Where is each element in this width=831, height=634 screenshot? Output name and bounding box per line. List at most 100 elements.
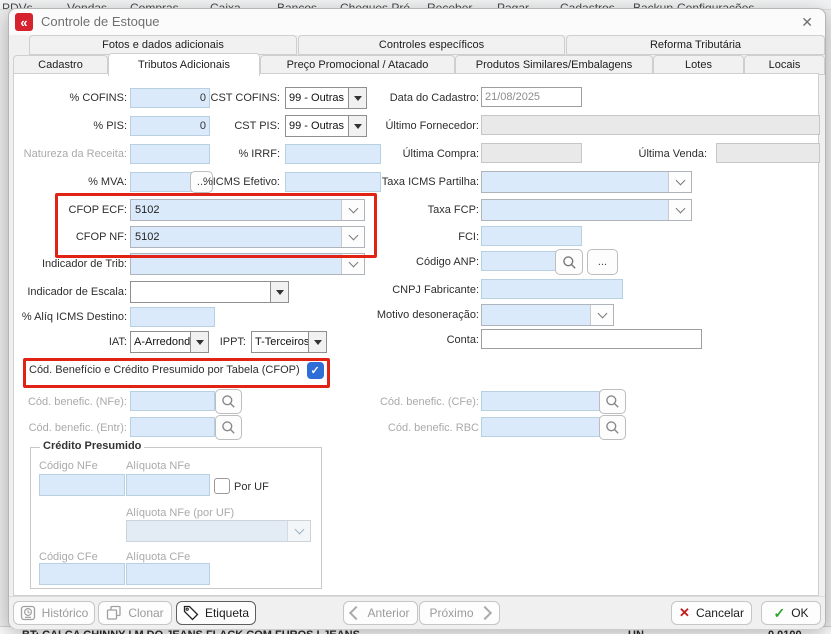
search-icon: [605, 420, 620, 435]
tab-label: Tributos Adicionais: [138, 59, 230, 71]
cod-benefic-rbc-label: Cód. benefic. RBC: [336, 418, 479, 438]
aliquota-nfe-uf-select: [126, 520, 311, 542]
chevron-down-icon[interactable]: [668, 172, 691, 192]
cod-benefic-nfe-input[interactable]: [130, 391, 215, 411]
chevron-left-icon: [349, 606, 363, 620]
aliq-icms-destino-input[interactable]: [130, 307, 215, 327]
proximo-button[interactable]: Próximo: [419, 601, 500, 625]
tab-label: Fotos e dados adicionais: [102, 39, 224, 51]
mva-input[interactable]: [130, 172, 193, 192]
iat-value: A-Arredonda: [131, 332, 190, 352]
dropdown-arrow-icon[interactable]: [270, 282, 288, 302]
aliquota-nfe-input[interactable]: [126, 474, 210, 496]
ultimo-fornecedor-input: [481, 115, 820, 135]
close-icon[interactable]: ✕: [801, 9, 813, 35]
icms-efetivo-label: %ICMS Efetivo:: [192, 172, 280, 192]
ippt-value: T-Terceiros: [252, 332, 308, 352]
chevron-right-icon: [477, 606, 491, 620]
cod-benefic-cfe-label: Cód. benefic. (CFe):: [336, 392, 479, 412]
etiqueta-button[interactable]: Etiqueta: [176, 601, 256, 625]
ok-button[interactable]: ✓ OK: [761, 601, 821, 625]
aliquota-cfe-input[interactable]: [126, 563, 210, 585]
cod-benefic-entr-label: Cód. benefic. (Entr):: [14, 418, 127, 438]
cfop-nf-label: CFOP NF:: [14, 227, 127, 247]
por-uf-checkbox[interactable]: [214, 478, 230, 494]
tab-label: Reforma Tributária: [650, 39, 741, 51]
natureza-receita-input[interactable]: [130, 144, 210, 164]
codigo-anp-input[interactable]: [481, 251, 558, 271]
tributos-adicionais-panel: % COFINS: 0 CST COFINS: 99 - Outras Data…: [13, 73, 819, 596]
chevron-down-icon[interactable]: [668, 200, 691, 220]
cnpj-fabricante-input[interactable]: [481, 279, 623, 299]
historico-label: Histórico: [42, 606, 89, 620]
cancelar-button[interactable]: ✕ Cancelar: [671, 601, 752, 625]
codigo-anp-search-button[interactable]: [555, 249, 583, 275]
data-cadastro-label: Data do Cadastro:: [336, 88, 479, 108]
clonar-button[interactable]: Clonar: [98, 601, 172, 625]
anterior-button[interactable]: Anterior: [343, 601, 418, 625]
tab-tributos-adicionais[interactable]: Tributos Adicionais: [108, 53, 260, 76]
fci-input[interactable]: [481, 226, 582, 246]
ippt-select[interactable]: T-Terceiros: [251, 331, 327, 353]
tab-label: Produtos Similares/Embalagens: [476, 59, 633, 71]
tab-produtos-similares[interactable]: Produtos Similares/Embalagens: [455, 55, 653, 75]
cfop-nf-select[interactable]: 5102: [130, 226, 365, 248]
codigo-nfe-input[interactable]: [39, 474, 125, 496]
dropdown-arrow-icon[interactable]: [308, 332, 326, 352]
iat-select[interactable]: A-Arredonda: [130, 331, 209, 353]
pis-label: % PIS:: [14, 116, 127, 136]
conta-input[interactable]: [481, 329, 702, 349]
cofins-input[interactable]: 0: [130, 88, 210, 108]
codigo-anp-more-button[interactable]: ...: [587, 249, 618, 275]
natureza-receita-label: Natureza da Receita:: [14, 144, 127, 164]
anterior-label: Anterior: [367, 606, 409, 620]
tab-controles-especificos[interactable]: Controles específicos: [298, 35, 565, 55]
credito-presumido-group: Crédito Presumido Código NFe Alíquota NF…: [30, 447, 322, 589]
chevron-down-icon[interactable]: [590, 305, 613, 325]
aliq-icms-destino-label: % Alíq ICMS Destino:: [14, 307, 127, 327]
taxa-fcp-label: Taxa FCP:: [336, 200, 479, 220]
motivo-desoneracao-select[interactable]: [481, 304, 614, 326]
cofins-label: % COFINS:: [14, 88, 127, 108]
tab-lotes[interactable]: Lotes: [653, 55, 744, 75]
tab-label: Cadastro: [38, 59, 83, 71]
controle-de-estoque-dialog: « Controle de Estoque ✕ Fotos e dados ad…: [8, 8, 826, 629]
indicador-trib-select[interactable]: [130, 253, 365, 275]
pis-input[interactable]: 0: [130, 116, 210, 136]
dialog-title: Controle de Estoque: [41, 9, 160, 35]
cfop-ecf-select[interactable]: 5102: [130, 199, 365, 221]
tab-locais[interactable]: Locais: [744, 55, 825, 75]
cst-pis-label: CST PIS:: [202, 116, 280, 136]
search-icon: [605, 394, 620, 409]
tab-fotos-dados-adicionais[interactable]: Fotos e dados adicionais: [29, 35, 297, 55]
cod-benefic-rbc-input[interactable]: [481, 417, 600, 437]
search-icon: [221, 394, 236, 409]
cod-benefic-cfe-search-button[interactable]: [599, 389, 626, 414]
taxa-fcp-select[interactable]: [481, 199, 692, 221]
tab-cadastro[interactable]: Cadastro: [13, 55, 108, 75]
ok-label: OK: [791, 606, 808, 620]
cod-benefic-entr-input[interactable]: [130, 417, 215, 437]
cod-benefic-nfe-search-button[interactable]: [215, 389, 242, 414]
taxa-icms-partilha-select[interactable]: [481, 171, 692, 193]
cod-benefic-rbc-search-button[interactable]: [599, 415, 626, 440]
titlebar[interactable]: « Controle de Estoque ✕: [9, 9, 825, 35]
indicador-escala-select[interactable]: [130, 281, 289, 303]
fci-label: FCI:: [336, 227, 479, 247]
data-cadastro-input[interactable]: 21/08/2025: [481, 87, 582, 107]
motivo-desoneracao-label: Motivo desoneração:: [336, 305, 479, 325]
beneficio-tabela-row: Cód. Benefício e Crédito Presumido por T…: [29, 360, 324, 380]
app-icon: «: [15, 13, 33, 31]
historico-button[interactable]: Histórico: [13, 601, 95, 625]
beneficio-tabela-checkbox[interactable]: ✓: [307, 362, 324, 379]
cancel-x-icon: ✕: [679, 605, 690, 621]
chevron-down-icon: [287, 521, 310, 541]
credito-presumido-title: Crédito Presumido: [40, 440, 144, 452]
cod-benefic-entr-search-button[interactable]: [215, 415, 242, 440]
codigo-cfe-input[interactable]: [39, 563, 125, 585]
cod-benefic-cfe-input[interactable]: [481, 391, 600, 411]
codigo-nfe-label: Código NFe: [39, 456, 119, 476]
tab-reforma-tributaria[interactable]: Reforma Tributária: [566, 35, 825, 55]
beneficio-tabela-label: Cód. Benefício e Crédito Presumido por T…: [29, 364, 300, 376]
tab-preco-promocional[interactable]: Preço Promocional / Atacado: [260, 55, 455, 75]
